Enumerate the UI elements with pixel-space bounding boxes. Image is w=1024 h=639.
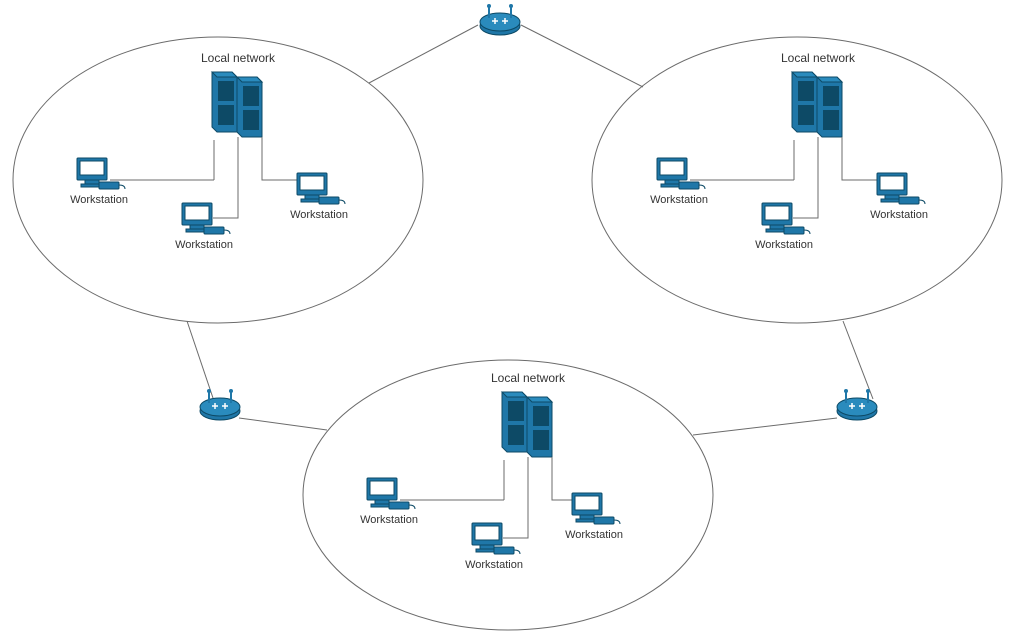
server-icon	[212, 72, 262, 137]
ws-link	[793, 137, 818, 218]
workstation-label: Workstation	[465, 559, 523, 571]
network-title: Local network	[491, 371, 566, 385]
ws-link	[213, 137, 238, 218]
ws-link	[842, 137, 880, 180]
server-icon	[792, 72, 842, 137]
router-link	[369, 25, 478, 83]
workstation-label: Workstation	[565, 529, 623, 541]
workstation-label: Workstation	[290, 209, 348, 221]
workstation-label: Workstation	[70, 194, 128, 206]
router-icon	[480, 4, 520, 35]
workstation-label: Workstation	[650, 194, 708, 206]
workstation-icon	[297, 173, 345, 204]
network-title: Local network	[201, 51, 276, 65]
workstation-label: Workstation	[870, 209, 928, 221]
workstation-icon	[657, 158, 705, 189]
workstation-label: Workstation	[755, 239, 813, 251]
server-icon	[502, 392, 552, 457]
workstation-icon	[367, 478, 415, 509]
router-link	[693, 418, 837, 435]
workstation-label: Workstation	[360, 514, 418, 526]
workstation-label: Workstation	[175, 239, 233, 251]
router-link	[521, 25, 643, 87]
workstation-icon	[877, 173, 925, 204]
router-icon	[200, 389, 240, 420]
router-link	[239, 418, 327, 430]
ws-link	[262, 137, 300, 180]
ws-link	[503, 457, 528, 538]
network-title: Local network	[781, 51, 856, 65]
network-diagram: Local network Workstation Workstation Wo…	[0, 0, 1024, 639]
router-link	[187, 321, 213, 398]
router-link	[843, 321, 873, 399]
workstation-icon	[77, 158, 125, 189]
workstation-icon	[572, 493, 620, 524]
